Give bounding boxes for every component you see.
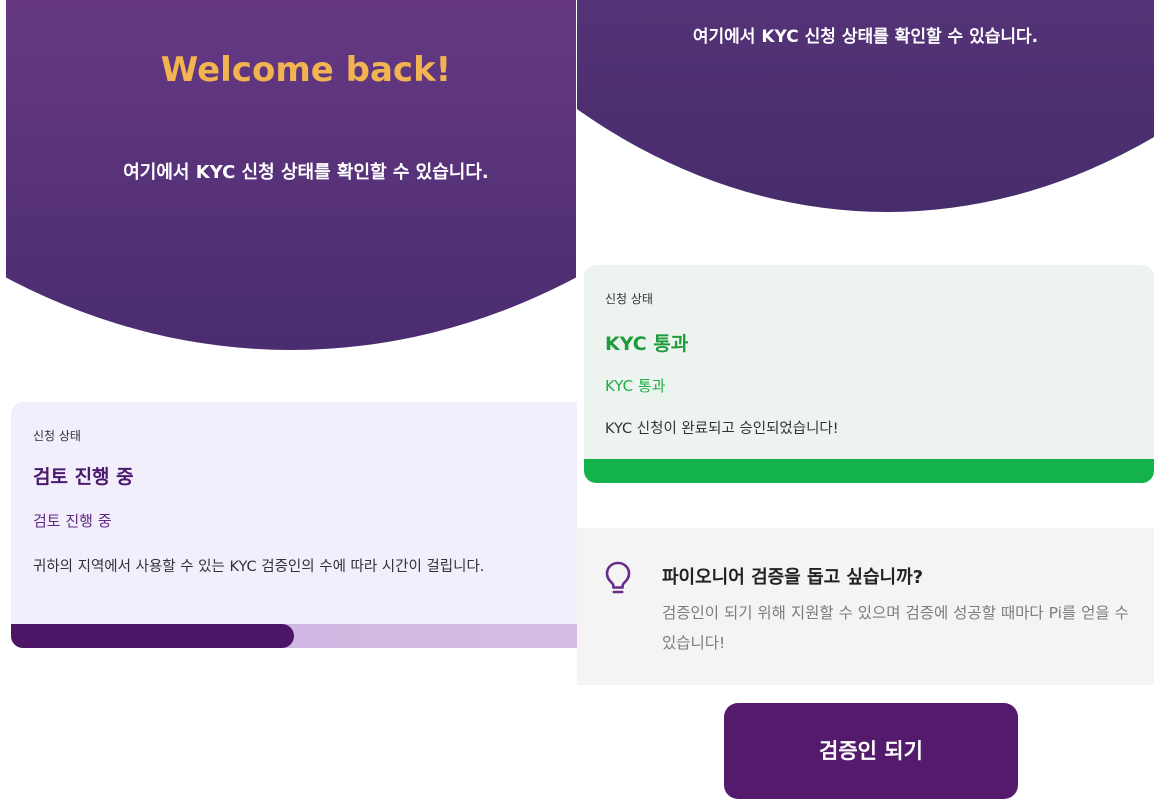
status-heading: KYC 통과 <box>605 333 689 355</box>
welcome-title: Welcome back! <box>160 50 452 90</box>
hero-subtitle: 여기에서 KYC 신청 상태를 확인할 수 있습니다. <box>692 27 1039 47</box>
tip-text: 검증인이 되기 위해 지원할 수 있으며 검증에 성공할 때마다 Pi를 얻을 … <box>662 604 1129 652</box>
hero-header: 여기에서 KYC 신청 상태를 확인할 수 있습니다. <box>577 0 1154 212</box>
become-validator-button[interactable]: 검증인 되기 <box>724 703 1018 799</box>
hero-header: Welcome back! 여기에서 KYC 신청 상태를 확인할 수 있습니다… <box>6 0 576 350</box>
validator-tip-box: 파이오니어 검증을 돕고 싶습니까? 검증인이 되기 위해 지원할 수 있으며 … <box>577 528 1154 685</box>
progress-complete-bar <box>584 459 1154 483</box>
status-label: 신청 상태 <box>33 429 81 443</box>
kyc-status-screens: Welcome back! 여기에서 KYC 신청 상태를 확인할 수 있습니다… <box>0 0 1154 807</box>
status-value: KYC 통과 <box>605 377 666 395</box>
hero-subtitle: 여기에서 KYC 신청 상태를 확인할 수 있습니다. <box>123 162 489 183</box>
status-description: KYC 신청이 완료되고 승인되었습니다! <box>605 421 839 437</box>
status-label: 신청 상태 <box>605 292 653 306</box>
progress-fill <box>11 624 294 648</box>
application-status-card: 신청 상태 KYC 통과 KYC 통과 KYC 신청이 완료되고 승인되었습니다… <box>584 265 1154 483</box>
status-heading: 검토 진행 중 <box>33 466 134 488</box>
application-status-card: 신청 상태 검토 진행 중 검토 진행 중 귀하의 지역에서 사용할 수 있는 … <box>11 402 577 648</box>
tip-title: 파이오니어 검증을 돕고 싶습니까? <box>662 567 924 588</box>
status-description: 귀하의 지역에서 사용할 수 있는 KYC 검증인의 수에 따라 시간이 걸립니… <box>33 559 485 575</box>
progress-track <box>11 624 577 648</box>
kyc-pending-screen: Welcome back! 여기에서 KYC 신청 상태를 확인할 수 있습니다… <box>0 0 577 807</box>
kyc-passed-screen: 여기에서 KYC 신청 상태를 확인할 수 있습니다. 신청 상태 KYC 통과… <box>577 0 1154 807</box>
lightbulb-icon <box>605 561 631 594</box>
status-value: 검토 진행 중 <box>33 512 112 530</box>
